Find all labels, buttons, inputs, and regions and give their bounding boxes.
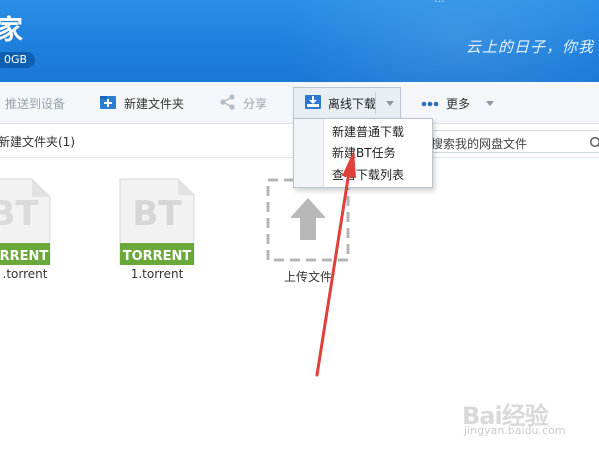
torrent-file-icon: BT TORRENT: [119, 178, 195, 266]
offline-chevron-down-icon[interactable]: [386, 101, 394, 106]
share-label: 分享: [243, 96, 268, 111]
share-icon: [219, 93, 236, 113]
search-placeholder: 搜索我的网盘文件: [431, 137, 528, 151]
app-header: ... 家 0GB 云上的日子，你我: [0, 0, 599, 82]
more-chevron-down-icon: [486, 100, 495, 106]
upload-icon: [266, 178, 350, 262]
search-icon[interactable]: [589, 135, 599, 154]
new-folder-label: 新建文件夹: [124, 96, 185, 111]
bt-glyph: BT: [132, 194, 182, 234]
push-to-device-label: 推送到设备: [5, 96, 66, 111]
search-input[interactable]: 搜索我的网盘文件: [408, 130, 599, 153]
netdisk-window: ... 家 0GB 云上的日子，你我 推送到设备 新建文件夹: [0, 0, 599, 451]
file-name: 1.torrent: [130, 267, 184, 281]
upload-file-item[interactable]: 上传文件: [266, 178, 350, 284]
watermark-url: jingyan.baidu.com: [464, 424, 566, 437]
offline-download-menu: 新建普通下载 新建BT任务 查看下载列表: [293, 118, 433, 188]
push-to-device-button[interactable]: 推送到设备: [5, 82, 65, 124]
file-name: .torrent: [2, 267, 48, 281]
upload-file-label: 上传文件: [283, 270, 332, 284]
menu-item-new-bt-task[interactable]: 新建BT任务: [332, 143, 396, 163]
top-user-info: ...: [434, 0, 445, 5]
menu-item-view-download-list[interactable]: 查看下载列表: [332, 165, 404, 185]
breadcrumb[interactable]: 新建文件夹(1): [0, 133, 75, 150]
torrent-badge: TORRENT: [0, 249, 48, 264]
new-folder-icon: [99, 94, 117, 113]
split-divider: [375, 92, 376, 114]
torrent-badge: TORRENT: [123, 249, 192, 264]
torrent-file-icon: BT TORRENT: [0, 178, 51, 266]
file-item[interactable]: BT TORRENT 1.torrent: [118, 177, 196, 281]
file-item[interactable]: BT TORRENT .torrent: [0, 177, 52, 281]
bt-glyph: BT: [0, 194, 39, 234]
storage-quota-badge: 0GB: [0, 52, 36, 68]
menu-item-new-normal-download[interactable]: 新建普通下载: [332, 122, 404, 142]
offline-download-label: 离线下载: [328, 96, 377, 111]
download-tray-icon: [304, 94, 322, 113]
more-label: 更多: [446, 96, 471, 111]
header-slogan: 云上的日子，你我: [466, 38, 595, 56]
new-folder-button[interactable]: 新建文件夹: [99, 82, 184, 124]
offline-download-button[interactable]: 离线下载: [293, 87, 401, 119]
baidu-watermark: Bai经验 jingyan.baidu.com: [448, 392, 598, 442]
app-title: 家: [0, 15, 25, 46]
more-dots-icon: [421, 96, 439, 110]
share-button[interactable]: 分享: [219, 82, 267, 124]
menu-icon-gutter: [294, 119, 324, 187]
